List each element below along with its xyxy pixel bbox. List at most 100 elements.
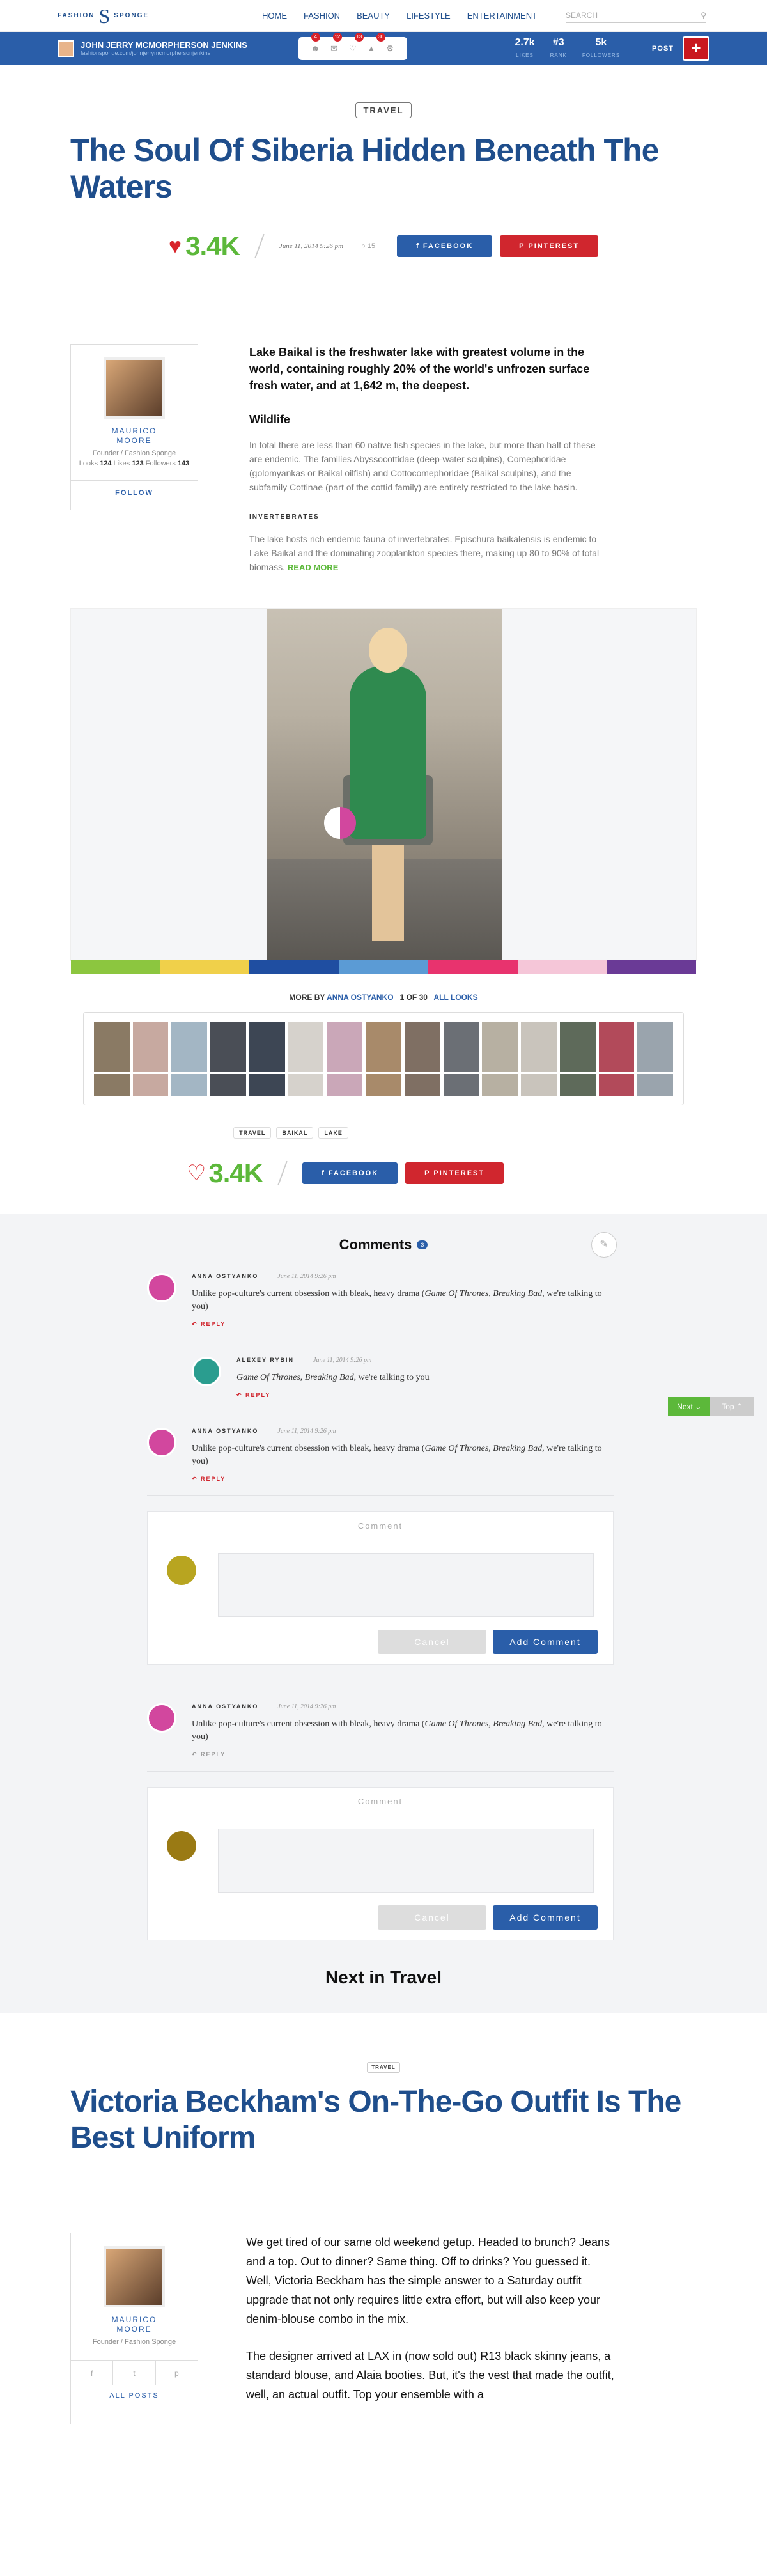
article-body: MAURICO MOORE Founder / Fashion Sponge Lo… <box>0 299 767 575</box>
search-input[interactable]: SEARCH ⚲ <box>566 8 706 23</box>
look-thumbnail[interactable] <box>327 1074 363 1096</box>
chart-icon[interactable]: ▲ <box>367 44 376 53</box>
look-thumbnail[interactable] <box>521 1022 557 1072</box>
read-more-link[interactable]: READ MORE <box>288 563 338 572</box>
look-thumbnail[interactable] <box>443 1022 479 1072</box>
nav-home[interactable]: HOME <box>262 11 287 20</box>
avatar[interactable] <box>147 1703 176 1733</box>
look-thumbnail[interactable] <box>249 1022 285 1072</box>
stat-followers: 5k FOLLOWERS <box>582 37 621 58</box>
nav-lifestyle[interactable]: LIFESTYLE <box>407 11 451 20</box>
look-thumbnail[interactable] <box>404 1074 440 1096</box>
heart-icon[interactable]: ♥ <box>169 234 182 259</box>
look-thumbnail[interactable] <box>598 1074 635 1096</box>
add-comment-button[interactable]: Add Comment <box>493 1905 598 1930</box>
tag[interactable]: TRAVEL <box>233 1127 272 1139</box>
comment-textarea[interactable] <box>218 1829 594 1893</box>
look-thumbnail[interactable] <box>366 1074 401 1096</box>
look-thumbnail[interactable] <box>559 1022 596 1072</box>
heart-icon[interactable]: ♡ <box>348 44 357 53</box>
avatar[interactable] <box>147 1273 176 1302</box>
user-url: fashionsponge.com/johnjerrymcmorphersonj… <box>81 50 211 57</box>
look-thumbnail[interactable] <box>171 1074 208 1096</box>
author-name[interactable]: MAURICO MOORE <box>71 426 198 446</box>
facebook-share-button[interactable]: f FACEBOOK <box>397 235 493 257</box>
tag[interactable]: LAKE <box>318 1127 348 1139</box>
site-logo[interactable]: FASHION S SPONGE <box>58 6 185 26</box>
look-thumbnail[interactable] <box>482 1022 518 1072</box>
look-thumbnail[interactable] <box>637 1074 673 1096</box>
look-thumbnail[interactable] <box>288 1074 324 1096</box>
search-icon[interactable]: ⚲ <box>701 11 706 20</box>
mail-icon[interactable]: ✉ <box>330 44 339 53</box>
author-avatar[interactable] <box>104 2246 165 2307</box>
gear-icon[interactable]: ⚙ <box>385 44 394 53</box>
facebook-share-button[interactable]: f FACEBOOK <box>302 1162 398 1184</box>
heart-outline-icon[interactable]: ♡ <box>187 1160 206 1186</box>
follow-button[interactable]: FOLLOW <box>71 480 198 497</box>
paragraph: In total there are less than 60 native f… <box>249 440 596 492</box>
look-thumbnail[interactable] <box>94 1022 130 1072</box>
all-posts-link[interactable]: ALL POSTS <box>71 2392 198 2400</box>
reply-button[interactable]: ↶ REPLY <box>192 1751 614 1758</box>
comment-author[interactable]: ALEXEY RYBIN <box>236 1357 294 1363</box>
author-avatar[interactable] <box>104 357 165 419</box>
look-thumbnail[interactable] <box>443 1074 479 1096</box>
look-thumbnail[interactable] <box>288 1022 324 1072</box>
all-looks-link[interactable]: ALL LOOKS <box>433 993 477 1002</box>
reply-button[interactable]: ↶ REPLY <box>192 1321 614 1328</box>
pinterest-share-button[interactable]: P PINTEREST <box>500 235 599 257</box>
twitter-icon[interactable]: t <box>113 2361 156 2385</box>
nav-entertainment[interactable]: ENTERTAINMENT <box>467 11 537 20</box>
top-button[interactable]: Top ⌃ <box>710 1397 754 1416</box>
nav-beauty[interactable]: BEAUTY <box>357 11 390 20</box>
comment-author[interactable]: ANNA OSTYANKO <box>192 1428 258 1434</box>
author-name[interactable]: MAURICO MOORE <box>71 2315 198 2334</box>
look-thumbnail[interactable] <box>94 1074 130 1096</box>
look-thumbnail[interactable] <box>249 1074 285 1096</box>
next-button[interactable]: Next ⌄ <box>668 1397 711 1416</box>
avatar[interactable] <box>58 40 74 57</box>
reply-button[interactable]: ↶ REPLY <box>236 1392 614 1399</box>
comment-author[interactable]: ANNA OSTYANKO <box>192 1273 258 1279</box>
look-thumbnail[interactable] <box>132 1074 169 1096</box>
look-thumbnail[interactable] <box>210 1022 246 1072</box>
user-name[interactable]: JOHN JERRY MCMORPHERSON JENKINS <box>81 40 247 50</box>
article-text: We get tired of our same old weekend get… <box>246 2233 617 2424</box>
avatar[interactable] <box>192 1357 221 1386</box>
category-badge[interactable]: TRAVEL <box>367 2062 400 2073</box>
comment-textarea[interactable] <box>218 1553 594 1617</box>
post-button[interactable]: POST <box>652 45 674 52</box>
pencil-icon[interactable]: ✎ <box>591 1232 617 1258</box>
add-post-button[interactable]: + <box>683 36 709 61</box>
look-thumbnail[interactable] <box>637 1022 673 1072</box>
pinterest-icon[interactable]: p <box>156 2361 198 2385</box>
comment-author[interactable]: ANNA OSTYANKO <box>192 1703 258 1710</box>
tag[interactable]: BAIKAL <box>276 1127 314 1139</box>
look-thumbnail[interactable] <box>521 1074 557 1096</box>
look-thumbnail[interactable] <box>366 1022 401 1072</box>
look-thumbnail[interactable] <box>482 1074 518 1096</box>
next-article-title[interactable]: Victoria Beckham's On-The-Go Outfit Is T… <box>0 2073 767 2156</box>
category-badge[interactable]: TRAVEL <box>355 102 412 118</box>
look-photo[interactable] <box>267 609 502 962</box>
avatar[interactable] <box>147 1428 176 1457</box>
palette-swatch <box>71 960 160 974</box>
add-comment-button[interactable]: Add Comment <box>493 1630 598 1654</box>
look-thumbnail[interactable] <box>404 1022 440 1072</box>
look-thumbnail[interactable] <box>210 1074 246 1096</box>
user-icon[interactable]: ☻ <box>311 44 320 53</box>
look-thumbnail[interactable] <box>598 1022 635 1072</box>
nav-fashion[interactable]: FASHION <box>304 11 340 20</box>
look-thumbnail[interactable] <box>559 1074 596 1096</box>
comment-count[interactable]: ○ 15 <box>361 242 375 250</box>
cancel-button[interactable]: Cancel <box>378 1630 486 1654</box>
look-thumbnail[interactable] <box>327 1022 363 1072</box>
cancel-button[interactable]: Cancel <box>378 1905 486 1930</box>
author-link[interactable]: ANNA OSTYANKO <box>327 993 393 1002</box>
look-thumbnail[interactable] <box>132 1022 169 1072</box>
look-thumbnail[interactable] <box>171 1022 208 1072</box>
reply-button[interactable]: ↶ REPLY <box>192 1476 614 1483</box>
facebook-icon[interactable]: f <box>71 2361 114 2385</box>
pinterest-share-button[interactable]: P PINTEREST <box>405 1162 504 1184</box>
